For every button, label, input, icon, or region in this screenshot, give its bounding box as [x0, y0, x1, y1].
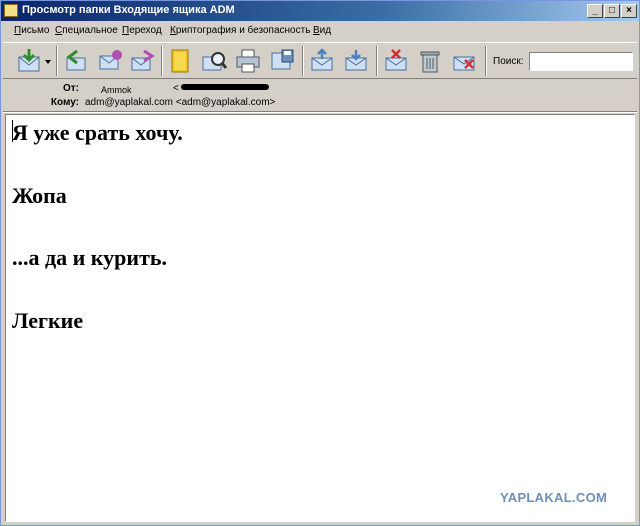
menu-special[interactable]: Специальное — [55, 25, 118, 36]
delete-icon[interactable] — [382, 47, 410, 75]
from-label: От: — [62, 83, 79, 94]
menu-view-label: ид — [319, 25, 332, 36]
menu-go[interactable]: Переход — [122, 25, 162, 36]
toolbar-separator — [161, 46, 163, 76]
toolbar-separator — [376, 46, 378, 76]
menu-crypto[interactable]: Криптография и безопасность — [170, 25, 310, 36]
menu-letter-label: исьмо — [21, 25, 50, 36]
mail-viewer-window: Просмотр папки Входящие ящика ADM _ □ × … — [0, 0, 640, 526]
folder-icon — [4, 4, 18, 17]
menu-bar: Письмо Специальное Переход Криптография … — [1, 21, 639, 41]
spam-icon[interactable] — [450, 47, 478, 75]
site-watermark: YAPLAKAL.COM — [500, 490, 608, 505]
reply-all-icon[interactable] — [95, 47, 123, 75]
message-line: Легкие — [12, 308, 84, 333]
redacted-email — [181, 84, 269, 90]
menu-special-label: пециальное — [62, 25, 118, 36]
from-name[interactable]: Ammok — [101, 85, 132, 95]
menu-view[interactable]: Вид — [313, 25, 331, 36]
toolbar: Поиск: — [3, 42, 637, 79]
to-label: Кому: — [50, 97, 79, 108]
forward-icon[interactable] — [128, 47, 156, 75]
maximize-button[interactable]: □ — [604, 4, 620, 18]
message-line: Жопа — [12, 183, 67, 208]
header-divider — [3, 111, 637, 113]
title-bar[interactable]: Просмотр папки Входящие ящика ADM _ □ × — [1, 1, 639, 21]
toolbar-separator — [485, 46, 487, 76]
menu-crypto-label: риптография и безопасность — [175, 25, 311, 36]
toolbar-separator — [302, 46, 304, 76]
save-icon[interactable] — [268, 47, 296, 75]
message-line: Я уже срать хочу. — [12, 120, 183, 145]
menu-go-label: ереход — [129, 25, 162, 36]
toolbar-separator — [56, 46, 58, 76]
message-body[interactable]: Я уже срать хочу. Жопа ...а да и курить.… — [5, 114, 635, 522]
minimize-button[interactable]: _ — [587, 4, 603, 18]
menu-view-hotkey: В — [313, 25, 320, 36]
reply-icon[interactable] — [61, 47, 89, 75]
trash-icon[interactable] — [416, 47, 444, 75]
from-bracket: < — [173, 83, 179, 94]
search-input[interactable] — [529, 52, 633, 71]
address-book-icon[interactable] — [166, 47, 194, 75]
find-icon[interactable] — [200, 47, 228, 75]
close-button[interactable]: × — [621, 4, 637, 18]
window-title: Просмотр папки Входящие ящика ADM — [22, 4, 235, 16]
to-address[interactable]: adm@yaplakal.com <adm@yaplakal.com> — [85, 97, 275, 108]
print-icon[interactable] — [234, 47, 262, 75]
copy-icon[interactable] — [342, 47, 370, 75]
get-mail-icon[interactable] — [15, 47, 43, 75]
menu-letter[interactable]: Письмо — [14, 25, 49, 36]
message-header: От: Ammok < Кому: adm@yaplakal.com <adm@… — [3, 80, 637, 113]
message-line: ...а да и курить. — [12, 245, 168, 270]
move-icon[interactable] — [308, 47, 336, 75]
dropdown-arrow-icon[interactable] — [43, 47, 53, 75]
search-label: Поиск: — [493, 56, 524, 67]
